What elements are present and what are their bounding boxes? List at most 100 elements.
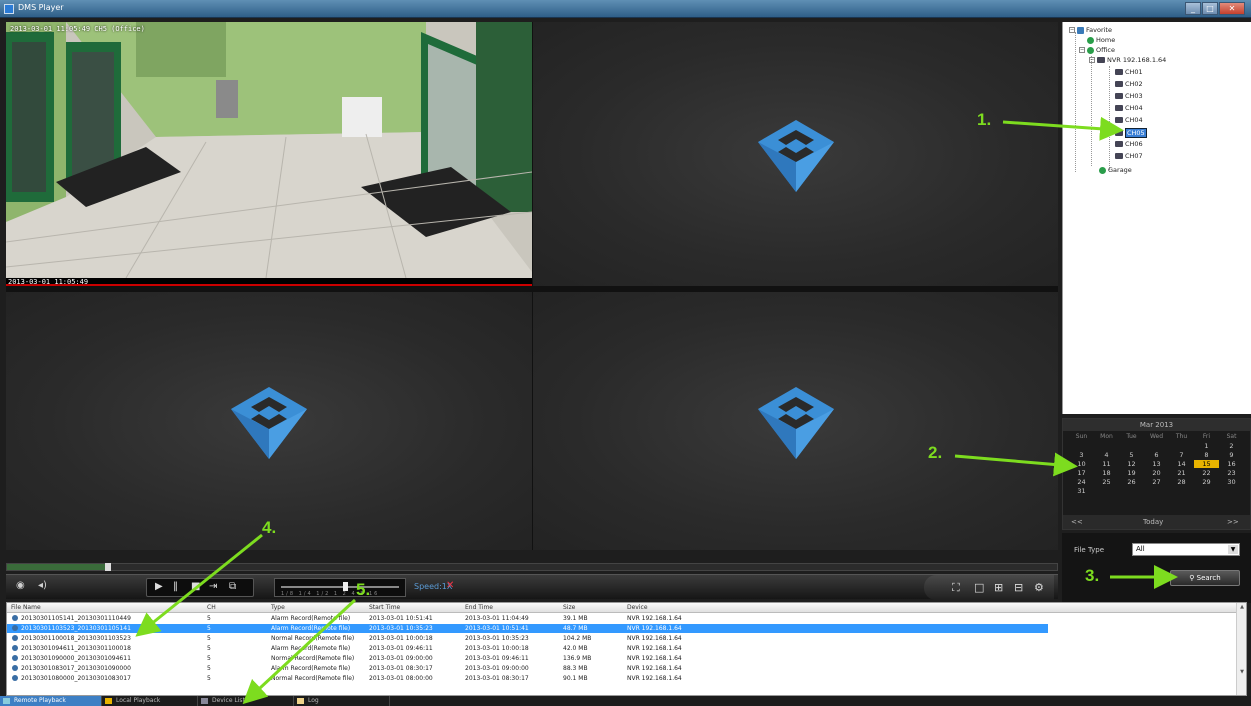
- seek-bar[interactable]: [6, 563, 1058, 571]
- col-type[interactable]: Type: [271, 604, 285, 611]
- calendar-date[interactable]: 11: [1094, 460, 1119, 468]
- calendar-dates[interactable]: 1 2 3 4 5 6 7 8 9 10 11 12 13 14 15 16 17 18 19 20 21 22 23 24 2…: [1063, 440, 1250, 497]
- clip-icon[interactable]: ⧉: [229, 581, 236, 592]
- tree-node-ch01[interactable]: CH01: [1115, 68, 1143, 76]
- tab-device-list[interactable]: Device List: [198, 696, 294, 706]
- calendar-date[interactable]: 7: [1169, 451, 1194, 459]
- video-pane-4[interactable]: [533, 292, 1058, 550]
- calendar-date[interactable]: 19: [1119, 469, 1144, 477]
- tree-node-favorite[interactable]: − Favorite: [1069, 26, 1112, 34]
- col-file-name[interactable]: File Name: [11, 604, 41, 611]
- file-list-scrollbar[interactable]: ▲ ▼: [1236, 603, 1246, 695]
- cell-ch: 5: [207, 655, 211, 662]
- scroll-up-icon[interactable]: ▲: [1238, 604, 1246, 612]
- video-pane-2[interactable]: [533, 22, 1058, 286]
- close-button[interactable]: ✕: [1219, 2, 1245, 15]
- scroll-down-icon[interactable]: ▼: [1238, 669, 1246, 677]
- layout-9-icon[interactable]: ⊟: [1014, 581, 1023, 594]
- calendar-date[interactable]: 9: [1219, 451, 1244, 459]
- table-row[interactable]: 20130301090000_20130301094611 5 Normal Rec…: [7, 654, 1237, 663]
- search-button[interactable]: ⚲ Search: [1170, 570, 1240, 586]
- tree-node-nvr[interactable]: − NVR 192.168.1.64: [1089, 56, 1166, 64]
- calendar-date[interactable]: 22: [1194, 469, 1219, 477]
- frame-step-icon[interactable]: ⇥: [209, 581, 217, 592]
- table-row[interactable]: 20130301094611_20130301100018 5 Alarm Reco…: [7, 644, 1237, 653]
- minimize-button[interactable]: _: [1185, 2, 1201, 15]
- calendar-date[interactable]: 12: [1119, 460, 1144, 468]
- col-device[interactable]: Device: [627, 604, 648, 611]
- cell-size: 88.3 MB: [563, 665, 588, 672]
- video-pane-3[interactable]: [6, 292, 532, 550]
- calendar-date[interactable]: 5: [1119, 451, 1144, 459]
- pause-icon[interactable]: ‖: [173, 581, 178, 592]
- settings-icon[interactable]: ⚙: [1034, 581, 1044, 594]
- tree-node-ch04[interactable]: CH04: [1115, 104, 1143, 112]
- calendar-date[interactable]: 25: [1094, 478, 1119, 486]
- calendar-date[interactable]: 10: [1069, 460, 1094, 468]
- today-button[interactable]: Today: [1143, 518, 1163, 526]
- calendar-date[interactable]: 27: [1144, 478, 1169, 486]
- calendar-date[interactable]: 15: [1194, 460, 1219, 468]
- volume-icon[interactable]: ◂): [38, 580, 47, 591]
- calendar-date[interactable]: 30: [1219, 478, 1244, 486]
- col-end-time[interactable]: End Time: [465, 604, 493, 611]
- calendar-date[interactable]: 18: [1094, 469, 1119, 477]
- calendar-date[interactable]: 29: [1194, 478, 1219, 486]
- table-row[interactable]: 20130301080000_20130301083017 5 Normal Rec…: [7, 674, 1237, 683]
- calendar-date[interactable]: 6: [1144, 451, 1169, 459]
- table-row[interactable]: 20130301105141_20130301110449 5 Alarm Reco…: [7, 614, 1237, 623]
- seek-handle[interactable]: [105, 563, 111, 571]
- maximize-button[interactable]: □: [1202, 2, 1218, 15]
- calendar-date[interactable]: 20: [1144, 469, 1169, 477]
- cell-type: Normal Record(Remote file): [271, 675, 355, 682]
- col-start-time[interactable]: Start Time: [369, 604, 400, 611]
- col-ch[interactable]: CH: [207, 604, 216, 611]
- next-month-button[interactable]: >>: [1227, 518, 1239, 526]
- full-screen-icon[interactable]: ⛶: [952, 581, 960, 595]
- tree-node-ch02[interactable]: CH02: [1115, 80, 1143, 88]
- tab-remote-playback[interactable]: Remote Playback: [0, 696, 102, 706]
- tree-node-office[interactable]: − Office: [1079, 46, 1115, 54]
- reset-speed-icon[interactable]: ✕: [446, 580, 454, 591]
- col-size[interactable]: Size: [563, 604, 575, 611]
- tree-node-ch07[interactable]: CH07: [1115, 152, 1143, 160]
- layout-1-icon[interactable]: □: [974, 581, 984, 594]
- video-pane-1[interactable]: 2013-03-01 11:05:49 CH5 (Office) 2013-03…: [6, 22, 532, 286]
- calendar-date[interactable]: 31: [1069, 487, 1094, 495]
- table-row[interactable]: 20130301103523_20130301105141 5 Alarm Reco…: [7, 624, 1048, 633]
- tree-node-garage[interactable]: Garage: [1099, 166, 1132, 174]
- tree-node-ch03[interactable]: CH03: [1115, 92, 1143, 100]
- tree-node-ch04b[interactable]: CH04: [1115, 116, 1143, 124]
- table-row[interactable]: 20130301083017_20130301090000 5 Alarm Reco…: [7, 664, 1237, 673]
- speed-slider[interactable]: 1/8 1/4 1/2 1 2 4 8 16: [274, 578, 406, 597]
- table-row[interactable]: 20130301100018_20130301103523 5 Normal Rec…: [7, 634, 1237, 643]
- brand-logo-icon: [231, 387, 307, 459]
- calendar-date[interactable]: 17: [1069, 469, 1094, 477]
- calendar-date[interactable]: 14: [1169, 460, 1194, 468]
- tab-local-playback[interactable]: Local Playback: [102, 696, 198, 706]
- calendar-date[interactable]: 23: [1219, 469, 1244, 477]
- prev-month-button[interactable]: <<: [1071, 518, 1083, 526]
- calendar-date[interactable]: 24: [1069, 478, 1094, 486]
- tab-log[interactable]: Log: [294, 696, 390, 706]
- tree-node-home[interactable]: Home: [1087, 36, 1115, 44]
- snapshot-icon[interactable]: ◉: [16, 580, 25, 591]
- tree-node-ch06[interactable]: CH06: [1115, 140, 1143, 148]
- calendar-date[interactable]: 8: [1194, 451, 1219, 459]
- file-list: File Name CH Type Start Time End Time Si…: [6, 602, 1247, 696]
- stop-icon[interactable]: ■: [191, 581, 200, 592]
- play-icon[interactable]: ▶: [155, 581, 163, 592]
- calendar-date[interactable]: 13: [1144, 460, 1169, 468]
- calendar-date[interactable]: 3: [1069, 451, 1094, 459]
- calendar-date[interactable]: 28: [1169, 478, 1194, 486]
- calendar-date[interactable]: 4: [1094, 451, 1119, 459]
- calendar-date[interactable]: 21: [1169, 469, 1194, 477]
- speed-knob[interactable]: [343, 582, 348, 591]
- calendar-date[interactable]: 16: [1219, 460, 1244, 468]
- file-type-select[interactable]: All ▼: [1132, 543, 1240, 556]
- layout-4-icon[interactable]: ⊞: [994, 581, 1003, 594]
- tree-node-ch05[interactable]: CH05: [1115, 128, 1147, 138]
- calendar-date[interactable]: 2: [1219, 442, 1244, 450]
- calendar-date[interactable]: 26: [1119, 478, 1144, 486]
- calendar-date[interactable]: 1: [1194, 442, 1219, 450]
